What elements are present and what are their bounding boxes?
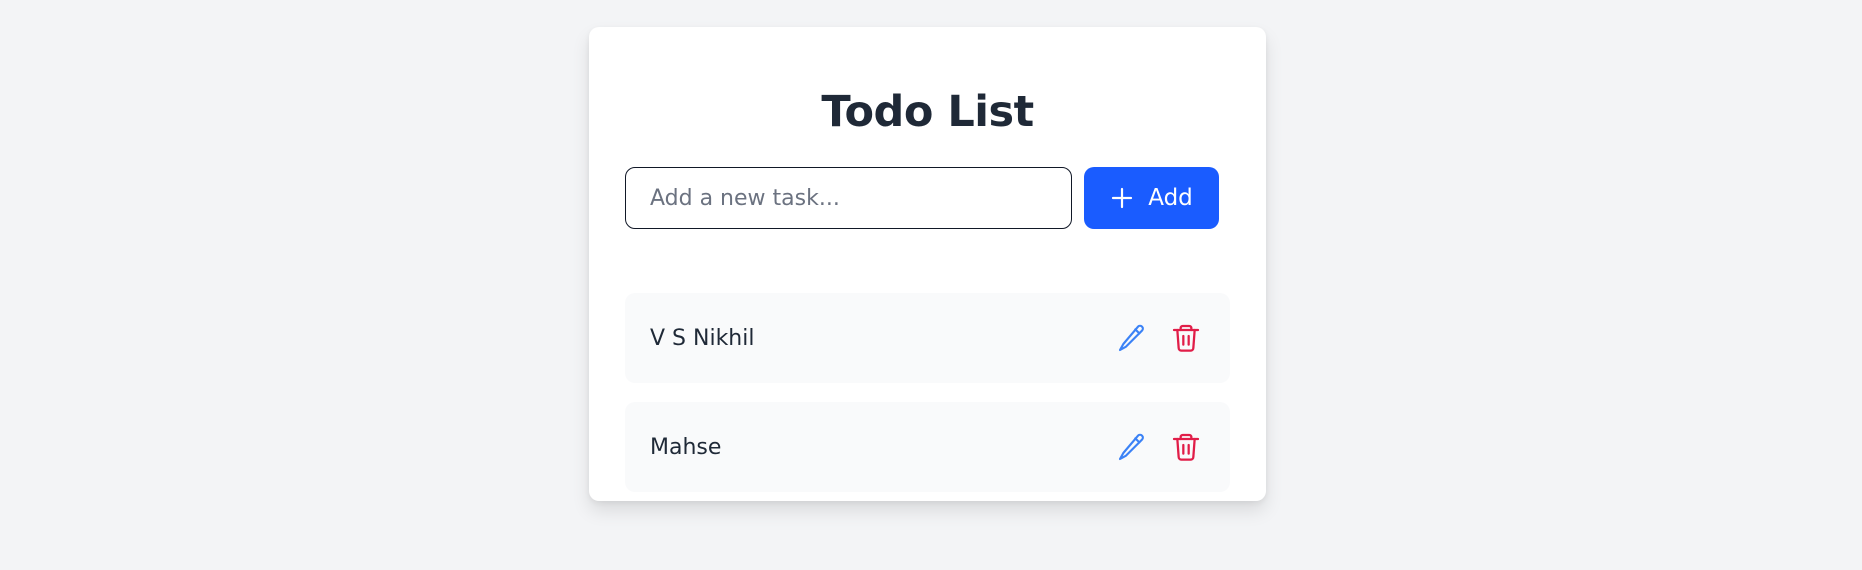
trash-icon bbox=[1172, 433, 1200, 461]
todo-card: Todo List Add V S Nikhil bbox=[589, 27, 1266, 501]
delete-todo-button[interactable] bbox=[1170, 431, 1202, 463]
add-task-button[interactable]: Add bbox=[1084, 167, 1219, 229]
new-task-input[interactable] bbox=[625, 167, 1072, 229]
page-title: Todo List bbox=[821, 87, 1034, 137]
todo-text: Mahse bbox=[650, 434, 722, 460]
delete-todo-button[interactable] bbox=[1170, 322, 1202, 354]
todo-text: V S Nikhil bbox=[650, 325, 755, 351]
todo-item: V S Nikhil bbox=[625, 293, 1230, 383]
edit-todo-button[interactable] bbox=[1116, 431, 1148, 463]
edit-todo-button[interactable] bbox=[1116, 322, 1148, 354]
todo-list: V S Nikhil Mahse bbox=[625, 293, 1230, 511]
todo-item: Mahse bbox=[625, 402, 1230, 492]
pencil-icon bbox=[1118, 324, 1144, 352]
todo-actions bbox=[1116, 431, 1202, 463]
trash-icon bbox=[1172, 324, 1200, 352]
add-button-label: Add bbox=[1148, 185, 1193, 211]
pencil-icon bbox=[1118, 433, 1144, 461]
plus-icon bbox=[1112, 187, 1133, 209]
new-task-form: Add bbox=[625, 167, 1230, 229]
todo-actions bbox=[1116, 322, 1202, 354]
